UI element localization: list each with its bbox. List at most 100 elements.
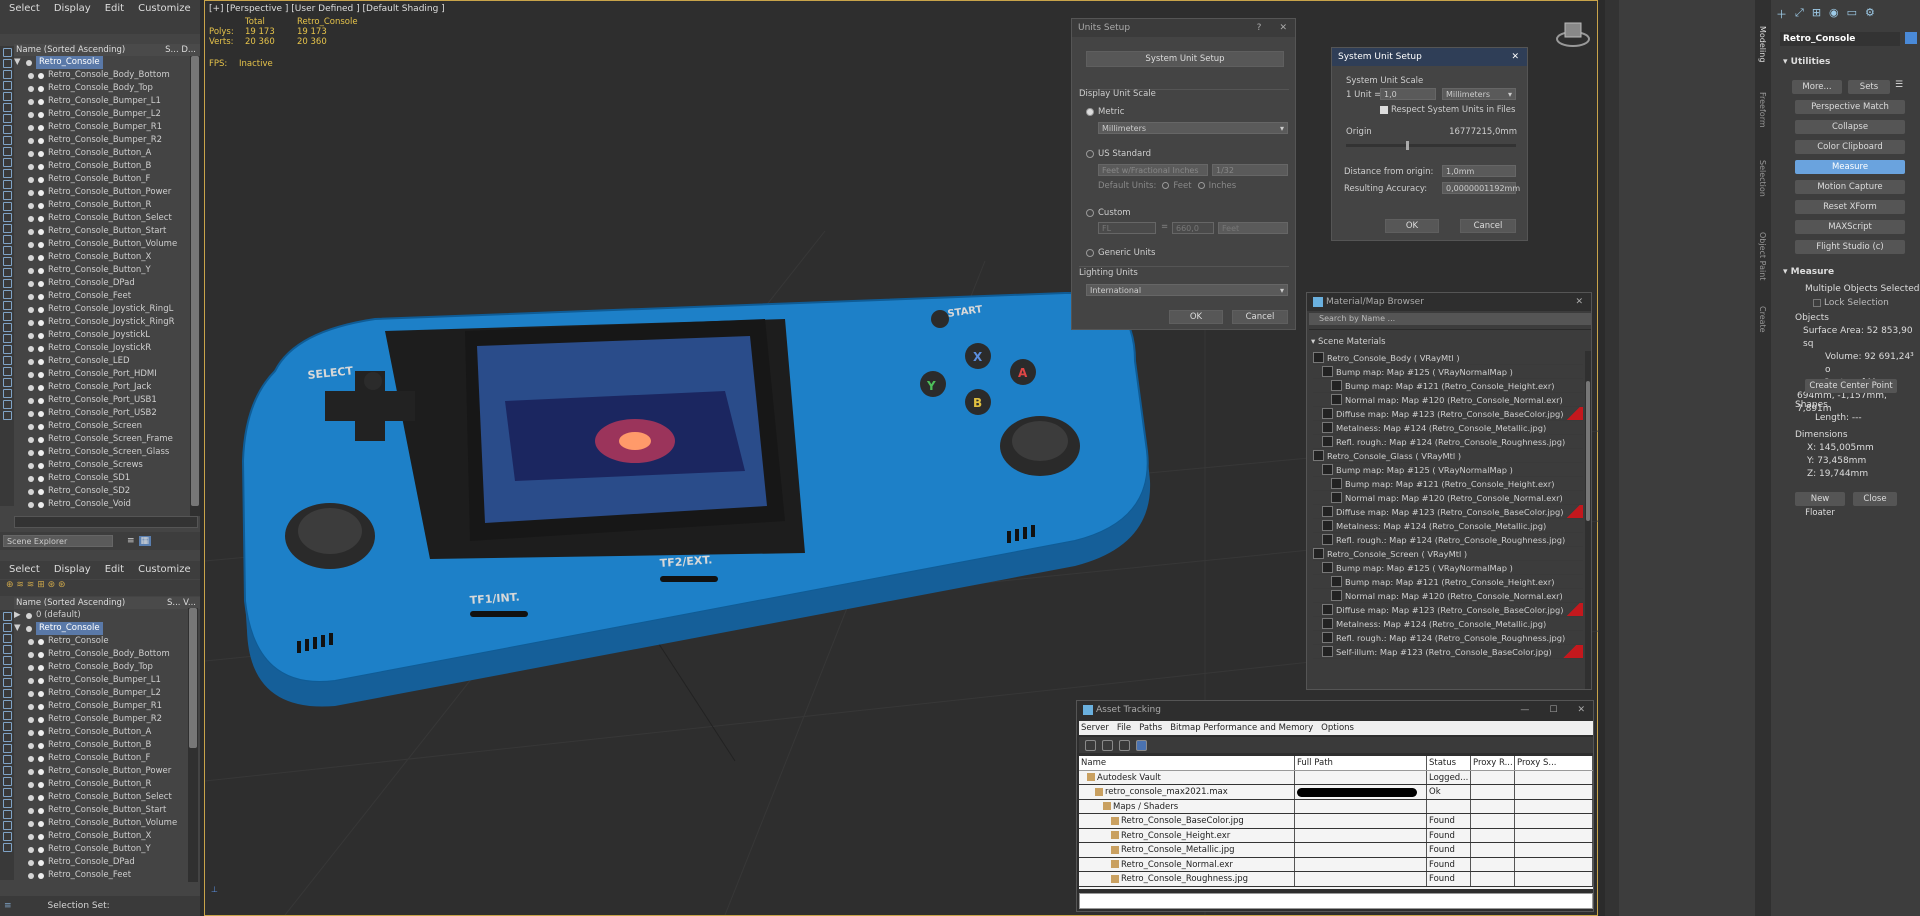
freeze-icon[interactable] — [38, 729, 44, 736]
ok-button[interactable]: OK — [1169, 310, 1223, 324]
filter-tool-icon[interactable] — [2, 733, 12, 742]
filter-tool-icon[interactable] — [2, 103, 12, 112]
tree-item[interactable]: Retro_Console_Screws — [14, 459, 200, 472]
system-unit-setup-button[interactable]: System Unit Setup — [1086, 51, 1284, 67]
visibility-icon[interactable] — [28, 833, 34, 840]
custom-unit-dropdown[interactable]: Feet — [1218, 222, 1288, 234]
scene-materials-group[interactable]: ▾ Scene Materials — [1311, 337, 1386, 347]
material-row[interactable]: Retro_Console_Body ( VRayMtl ) — [1313, 351, 1583, 365]
filter-tool-icon[interactable] — [2, 799, 12, 808]
material-row[interactable]: Retro_Console_Screen ( VRayMtl ) — [1313, 547, 1583, 561]
material-row[interactable]: Metalness: Map #124 (Retro_Console_Metal… — [1313, 617, 1583, 631]
freeze-icon[interactable] — [38, 423, 44, 430]
filter-tool-icon[interactable] — [2, 689, 12, 698]
freeze-icon[interactable] — [38, 397, 44, 404]
visibility-icon[interactable] — [28, 820, 34, 827]
utility-button[interactable]: Measure — [1795, 160, 1905, 174]
freeze-icon[interactable] — [38, 846, 44, 853]
tree-item[interactable]: Retro_Console_Port_USB2 — [14, 407, 200, 420]
filter-tool-icon[interactable] — [2, 821, 12, 830]
console-model[interactable] — [241, 291, 1151, 707]
new-floater-button[interactable]: New Floater — [1795, 492, 1845, 518]
visibility-icon[interactable] — [28, 111, 34, 118]
freeze-icon[interactable] — [38, 254, 44, 261]
configure-sets-icon[interactable]: ☰ — [1895, 80, 1903, 90]
layers-icon[interactable]: ≡ — [127, 536, 135, 546]
filter-tool-icon[interactable] — [2, 301, 12, 310]
visibility-icon[interactable] — [28, 781, 34, 788]
filter-tool-icon[interactable] — [2, 810, 12, 819]
cancel-button[interactable]: Cancel — [1232, 310, 1288, 324]
freeze-icon[interactable] — [38, 345, 44, 352]
material-row[interactable]: Bump map: Map #125 ( VRayNormalMap ) — [1313, 561, 1583, 575]
material-row[interactable]: Diffuse map: Map #123 (Retro_Console_Bas… — [1313, 407, 1583, 421]
close-icon[interactable]: ✕ — [1511, 48, 1519, 66]
filter-tool-icon[interactable] — [2, 345, 12, 354]
filter-tool-icon[interactable] — [2, 788, 12, 797]
tree-item[interactable]: Retro_Console_Button_R — [14, 778, 200, 791]
object-name-field[interactable]: Retro_Console — [1780, 32, 1900, 46]
material-search-input[interactable]: Search by Name ... — [1309, 313, 1591, 325]
close-icon[interactable]: ✕ — [1577, 701, 1585, 719]
display-tab-icon[interactable]: ▭ — [1847, 6, 1857, 22]
tree-item[interactable]: Retro_Console_Button_B — [14, 160, 200, 173]
material-row[interactable]: Bump map: Map #121 (Retro_Console_Height… — [1313, 575, 1583, 589]
visibility-icon[interactable] — [28, 755, 34, 762]
asset-row[interactable]: Retro_Console_Normal.exr Found — [1079, 857, 1593, 872]
filter-tool-icon[interactable] — [2, 125, 12, 134]
freeze-icon[interactable] — [38, 137, 44, 144]
filter-tool-icon[interactable] — [2, 158, 12, 167]
visibility-icon[interactable] — [28, 664, 34, 671]
column-header[interactable]: Name — [1079, 756, 1295, 770]
tree-item[interactable]: Retro_Console_Screen_Glass — [14, 446, 200, 459]
asset-menu-item[interactable]: Server — [1081, 721, 1109, 735]
filter-tool-icon[interactable] — [2, 367, 12, 376]
ribbon-tab[interactable]: Modeling — [1758, 26, 1767, 62]
us-fraction-dropdown[interactable]: 1/32 — [1212, 164, 1288, 176]
utility-button[interactable]: Collapse — [1795, 120, 1905, 134]
visibility-icon[interactable] — [28, 215, 34, 222]
tree-item[interactable]: Retro_Console_Button_Volume — [14, 238, 200, 251]
tree-item[interactable]: Retro_Console_Bumper_R2 — [14, 134, 200, 147]
visibility-icon[interactable] — [28, 449, 34, 456]
material-row[interactable]: Diffuse map: Map #123 (Retro_Console_Bas… — [1313, 505, 1583, 519]
measure-rollout[interactable]: ▾ Measure — [1783, 267, 1834, 277]
filter-tool-icon[interactable] — [2, 700, 12, 709]
visibility-icon[interactable] — [28, 85, 34, 92]
visibility-icon[interactable] — [28, 651, 34, 658]
freeze-icon[interactable] — [38, 163, 44, 170]
freeze-icon[interactable] — [38, 176, 44, 183]
more-button[interactable]: More... — [1792, 80, 1842, 94]
filter-tool-icon[interactable] — [2, 843, 12, 852]
filter-tool-icon[interactable] — [2, 202, 12, 211]
visibility-icon[interactable] — [28, 254, 34, 261]
freeze-icon[interactable] — [38, 215, 44, 222]
freeze-icon[interactable] — [38, 462, 44, 469]
freeze-icon[interactable] — [38, 319, 44, 326]
visibility-icon[interactable] — [28, 98, 34, 105]
tree-item[interactable]: Retro_Console_JoystickR — [14, 342, 200, 355]
tree-item[interactable]: Retro_Console_Button_X — [14, 830, 200, 843]
asset-row[interactable]: Autodesk Vault Logged... — [1079, 770, 1593, 785]
ribbon-tab[interactable]: Freeform — [1758, 92, 1767, 128]
material-row[interactable]: Normal map: Map #120 (Retro_Console_Norm… — [1313, 589, 1583, 603]
us-standard-dropdown[interactable]: Feet w/Fractional Inches — [1098, 164, 1208, 176]
asset-row[interactable]: Retro_Console_Roughness.jpg Found — [1079, 872, 1593, 887]
tree-item[interactable]: Retro_Console_Body_Bottom — [14, 648, 200, 661]
motion-tab-icon[interactable]: ◉ — [1829, 6, 1839, 22]
menu-customize-2[interactable]: Customize — [138, 561, 191, 579]
filter-tool-icon[interactable] — [2, 645, 12, 654]
filter-tool-icon[interactable] — [2, 323, 12, 332]
filter-tool-icon[interactable] — [2, 356, 12, 365]
material-row[interactable]: Normal map: Map #120 (Retro_Console_Norm… — [1313, 393, 1583, 407]
filter-tool-icon[interactable] — [2, 400, 12, 409]
filter-tool-icon[interactable] — [2, 389, 12, 398]
visibility-icon[interactable] — [28, 872, 34, 879]
visibility-icon[interactable] — [28, 462, 34, 469]
freeze-icon[interactable] — [38, 742, 44, 749]
freeze-icon[interactable] — [38, 150, 44, 157]
tree-item[interactable]: Retro_Console_Bumper_L2 — [14, 687, 200, 700]
visibility-icon[interactable] — [28, 638, 34, 645]
material-row[interactable]: Diffuse map: Map #123 (Retro_Console_Bas… — [1313, 603, 1583, 617]
tree-item[interactable]: Retro_Console_Button_F — [14, 752, 200, 765]
